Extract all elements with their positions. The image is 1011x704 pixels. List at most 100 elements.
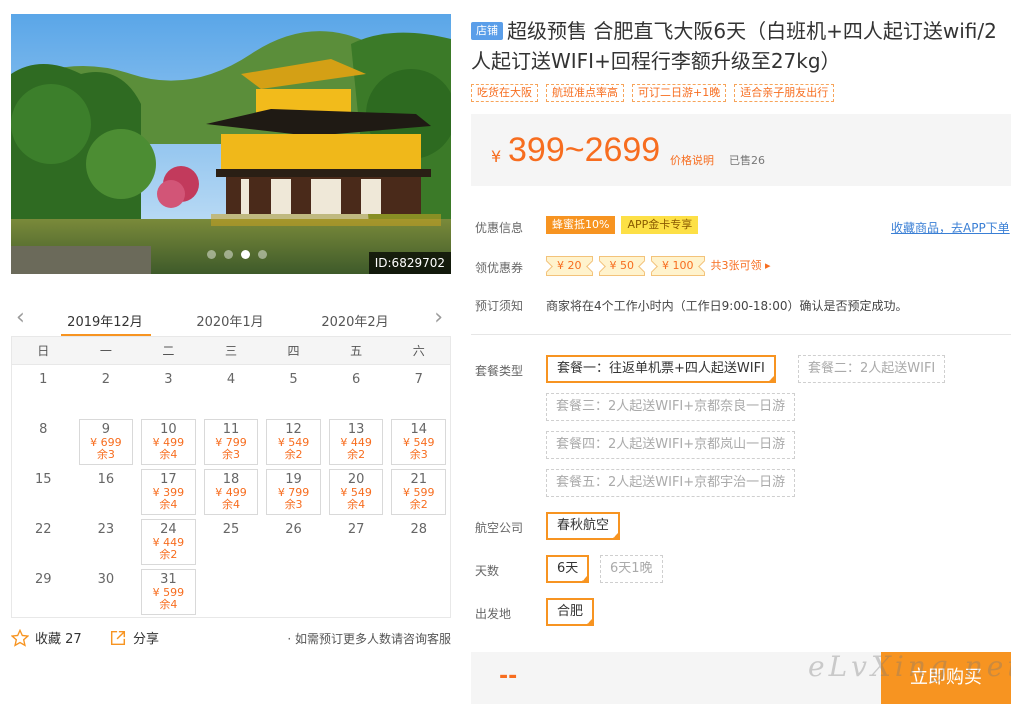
day-stock: 余2 [409,498,428,511]
share-icon [110,630,126,645]
day-stock: 余2 [159,548,178,561]
calendar-day-available[interactable]: 19 ¥ 799 余3 [262,467,325,517]
day-number: 20 [347,472,365,487]
app-gold-badge: APP金卡专享 [621,216,699,234]
calendar-day: 26 [262,517,325,567]
day-number: 31 [160,572,177,587]
gallery-dot[interactable] [224,250,233,259]
star-icon [11,628,29,647]
share-button[interactable]: 分享 [109,628,159,647]
notice-label: 预订须知 [475,299,524,313]
calendar-day-available[interactable]: 18 ¥ 499 余4 [200,467,263,517]
days-option-2[interactable]: 6天1晚 [600,555,663,583]
calendar-month-tabs: ‹ 2019年12月 2020年1月 2020年2月 › [11,303,451,339]
package-label: 套餐类型 [475,364,524,378]
product-gallery[interactable]: ID:6829702 [11,14,451,274]
shop-tag[interactable]: 店铺 [471,22,503,40]
day-number: 28 [410,522,427,537]
calendar-day-available[interactable]: 24 ¥ 449 余2 [137,517,200,567]
calendar-day-available[interactable]: 14 ¥ 549 余3 [387,417,450,467]
day-number: 7 [414,372,423,387]
package-option-2[interactable]: 套餐二：2人起送WIFI [798,355,946,383]
favorite-go-app-link[interactable]: 收藏商品，去APP下单 [891,219,1010,236]
day-stock: 余4 [159,448,178,461]
price-explain-link[interactable]: 价格说明 [670,152,714,168]
sold-count: 已售26 [729,154,765,167]
calendar-day-available[interactable]: 21 ¥ 599 余2 [387,467,450,517]
calendar-day: 27 [325,517,388,567]
product-photo [11,14,451,274]
product-actions: 收藏 27 分享 · 如需预订更多人数请咨询客服 [11,626,451,648]
day-number: 30 [97,572,115,587]
coupon-more-link[interactable]: 共3张可领 ▸ [711,259,771,272]
day-number: 29 [35,572,52,587]
day-number: 26 [285,522,302,537]
day-number: 12 [285,422,302,437]
day-number: 27 [347,522,365,537]
consult-hint: · 如需预订更多人数请咨询客服 [287,632,451,646]
departure-option[interactable]: 合肥 [546,598,595,627]
day-number: 4 [226,372,236,387]
favorite-button[interactable]: 收藏 27 [11,628,82,647]
calendar-day-available[interactable]: 31 ¥ 599 余4 [137,567,200,617]
calendar-day-available[interactable]: 11 ¥ 799 余3 [200,417,263,467]
calendar-day-available[interactable]: 9 ¥ 699 余3 [75,417,138,467]
weekday-label: 四 [287,344,300,358]
coupon-100[interactable]: ¥ 100 [651,256,705,276]
package-option-3[interactable]: 套餐三：2人起送WIFI+京都奈良一日游 [546,393,796,421]
day-stock: 余4 [347,498,366,511]
day-stock: 余4 [221,498,240,511]
prev-month-icon[interactable]: ‹ [16,307,25,329]
calendar-day-available[interactable]: 17 ¥ 399 余4 [137,467,200,517]
package-option-4[interactable]: 套餐四：2人起送WIFI+京都岚山一日游 [546,431,796,459]
day-number: 6 [351,372,361,387]
departure-label: 出发地 [475,607,512,621]
booking-notice-row: 预订须知 商家将在4个工作小时内（工作日9:00-18:00）确认是否预定成功。 [475,297,908,314]
tab-month-2[interactable]: 2020年1月 [185,311,275,330]
gallery-dot-active[interactable] [241,250,250,259]
weekday-label: 六 [412,344,425,358]
buy-now-button[interactable]: 立即购买 [881,652,1011,704]
calendar-day: 29 [12,567,75,617]
package-option-1[interactable]: 套餐一：往返单机票+四人起送WIFI [546,355,776,384]
day-stock: 余3 [96,448,115,461]
feature-tag: 可订二日游+1晚 [632,84,727,102]
day-stock: 余3 [409,448,428,461]
calendar-day-available[interactable]: 13 ¥ 449 余2 [325,417,388,467]
share-label: 分享 [133,632,160,647]
product-title-text: 超级预售 合肥直飞大阪6天（白班机+四人起订送wifi/2人起订送WIFI+回程… [471,19,997,73]
product-id-badge: ID:6829702 [368,252,451,274]
feature-tag: 航班准点率高 [546,84,624,102]
calendar-days: 1 2 3 4 5 6 7 8 9 ¥ 699 余3 10 ¥ 499 余4 11 ¥ 799 余3 12 ¥ 54… [12,365,450,617]
day-number: 18 [222,472,240,487]
price-panel: ¥ 399~2699 价格说明 已售26 [471,114,1011,186]
day-number: 25 [222,522,240,537]
day-number: 3 [164,372,173,387]
day-number: 23 [97,522,115,537]
feature-tag: 吃货在大阪 [471,84,538,102]
coupon-50[interactable]: ¥ 50 [598,256,645,276]
gallery-dot[interactable] [258,250,267,259]
days-option-1[interactable]: 6天 [546,555,590,584]
calendar-day: 30 [75,567,138,617]
coupon-20[interactable]: ¥ 20 [546,256,593,276]
calendar-day-available[interactable]: 10 ¥ 499 余4 [137,417,200,467]
calendar-day-available[interactable]: 12 ¥ 549 余2 [262,417,325,467]
coupon-label: 领优惠券 [475,261,524,275]
coupon-row: 领优惠券 ¥ 20 ¥ 50 ¥ 100 共3张可领 ▸ [475,256,771,276]
calendar-day-available[interactable]: 20 ¥ 549 余4 [325,467,388,517]
day-number: 11 [222,422,240,437]
day-number: 21 [410,472,427,487]
next-month-icon[interactable]: › [434,307,443,329]
airline-option[interactable]: 春秋航空 [546,512,621,541]
gallery-dots[interactable] [207,250,267,259]
package-option-5[interactable]: 套餐五：2人起送WIFI+京都宇治一日游 [546,469,796,497]
currency-symbol: ¥ [491,147,502,166]
calendar-day: 22 [12,517,75,567]
weekday-label: 三 [224,344,237,358]
tab-month-3[interactable]: 2020年2月 [310,311,400,330]
tab-month-1[interactable]: 2019年12月 [60,311,150,330]
gallery-dot[interactable] [207,250,216,259]
calendar-day: 7 [387,367,450,417]
day-stock: 余4 [159,498,178,511]
